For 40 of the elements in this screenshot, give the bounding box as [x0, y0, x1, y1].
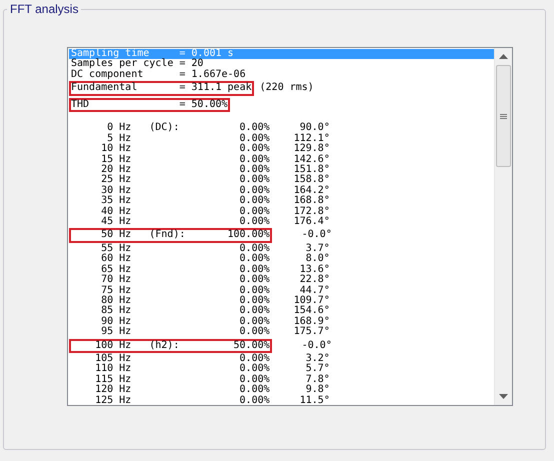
list-item[interactable]: 85 Hz 0.00% 154.6°	[71, 306, 494, 317]
list-item[interactable]: 20 Hz 0.00% 151.8°	[71, 165, 494, 176]
list-item[interactable]: 65 Hz 0.00% 13.6°	[71, 264, 494, 276]
list-item[interactable]: 80 Hz 0.00% 109.7°	[71, 296, 494, 306]
highlight-frame: 100 Hz (h2): 50.00%	[69, 338, 272, 353]
list-item[interactable]: 90 Hz 0.00% 168.9°	[71, 316, 494, 328]
group-title: FFT analysis	[9, 2, 80, 16]
scroll-down-icon[interactable]	[499, 394, 508, 399]
list-item[interactable]: 50 Hz (Fnd): 100.00% -0.0°	[71, 227, 494, 244]
list-item[interactable]: 105 Hz 0.00% 3.2°	[71, 354, 494, 364]
list-item[interactable]: 10 Hz 0.00% 129.8°	[71, 144, 494, 155]
list-item[interactable]: THD = 50.00%	[71, 96, 494, 114]
grip-icon	[500, 114, 507, 118]
list-item[interactable]: 120 Hz 0.00% 9.8°	[71, 385, 494, 396]
list-item[interactable]: 55 Hz 0.00% 3.7°	[71, 244, 494, 254]
highlight-frame: 50 Hz (Fnd): 100.00%	[69, 228, 272, 243]
list-item[interactable]: 15 Hz 0.00% 142.6°	[71, 154, 494, 166]
list-item[interactable]: 40 Hz 0.00% 172.8°	[71, 206, 494, 218]
list-item[interactable]: 75 Hz 0.00% 44.7°	[71, 286, 494, 296]
list-item[interactable]: DC component = 1.667e-06	[71, 70, 494, 80]
scroll-up-icon[interactable]	[499, 54, 508, 59]
list-item[interactable]: 125 Hz 0.00% 11.5°	[71, 396, 494, 405]
list-item[interactable]: 35 Hz 0.00% 168.8°	[71, 196, 494, 207]
list-item[interactable]: 45 Hz 0.00% 176.4°	[71, 217, 494, 228]
list-item[interactable]: 100 Hz (h2): 50.00% -0.0°	[71, 338, 494, 354]
list-item[interactable]: 30 Hz 0.00% 164.2°	[71, 186, 494, 196]
highlight-frame: THD = 50.00%	[69, 98, 230, 112]
list-item[interactable]: Fundamental = 311.1 peak (220 rms)	[71, 80, 494, 97]
list-item[interactable]: Samples per cycle = 20	[71, 59, 494, 70]
list-item[interactable]: 60 Hz 0.00% 8.0°	[71, 254, 494, 265]
scroll-thumb[interactable]	[496, 65, 511, 167]
list-item[interactable]: 110 Hz 0.00% 5.7°	[71, 364, 494, 375]
list-item[interactable]: 115 Hz 0.00% 7.8°	[71, 374, 494, 386]
list-item[interactable]: 95 Hz 0.00% 175.7°	[71, 327, 494, 338]
highlight-frame: Fundamental = 311.1 peak	[69, 81, 254, 96]
list-item[interactable]: 5 Hz 0.00% 112.1°	[71, 134, 494, 144]
list-item[interactable]: 25 Hz 0.00% 158.8°	[71, 175, 494, 186]
list-item[interactable]: 0 Hz (DC): 0.00% 90.0°	[71, 123, 494, 134]
scrollbar[interactable]	[494, 48, 512, 405]
list-item[interactable]: 70 Hz 0.00% 22.8°	[71, 275, 494, 286]
